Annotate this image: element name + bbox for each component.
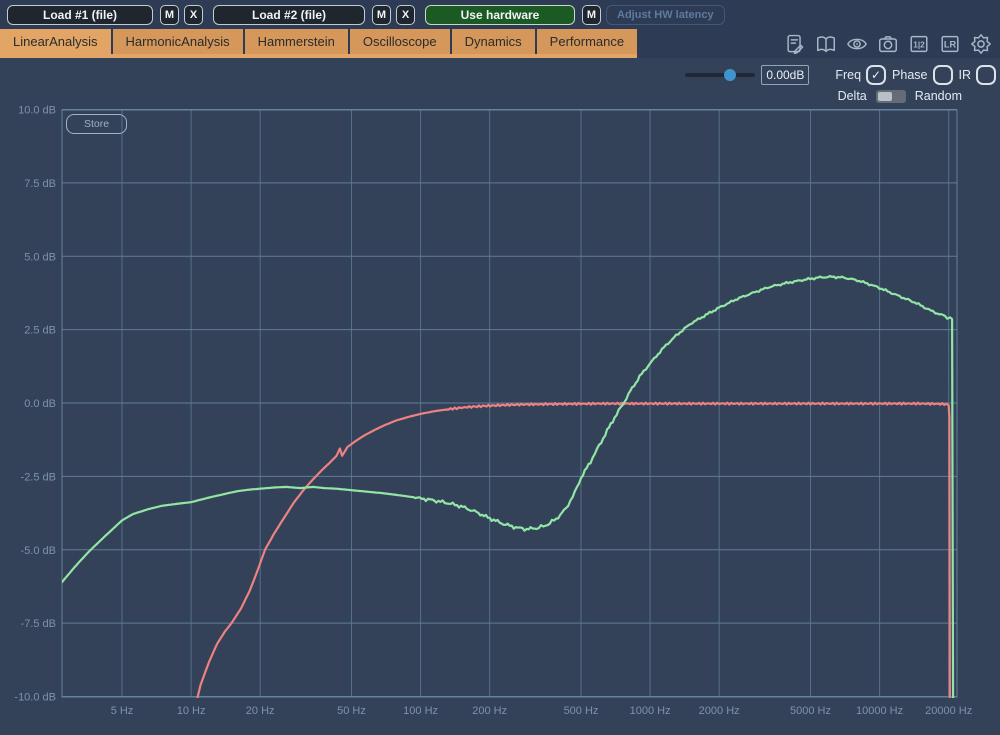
x-tick-label: 2000 Hz [699,705,740,717]
y-tick-label: -5.0 dB [21,545,56,557]
ir-checkbox[interactable] [976,65,996,85]
channel-lr-icon[interactable]: LR [939,33,961,55]
delta-label: Delta [837,89,867,103]
store-button[interactable]: Store [66,114,127,134]
analysis-chart-region: 10.0 dB 7.5 dB 5.0 dB 2.5 dB 0.0 dB -2.5 dB -5… [0,58,1000,735]
use-hardware-button[interactable]: Use hardware [425,4,575,25]
load-1-button[interactable]: Load #1 (file) [7,4,153,25]
y-tick-label: -10.0 dB [14,692,56,704]
tab-oscilloscope[interactable]: Oscilloscope [349,29,450,54]
top-toolbar: Load #1 (file) M X Load #2 (file) M X Us… [0,0,1000,29]
red-curve-highpass [196,401,951,698]
delta-random-row: Delta Random [838,89,962,103]
eye-icon[interactable] [846,33,868,55]
freq-label: Freq [835,68,862,82]
svg-text:LR: LR [944,39,957,49]
x-tick-label: 10000 Hz [856,705,903,717]
gain-slider-thumb[interactable] [724,69,737,81]
y-tick-label: -2.5 dB [21,471,56,483]
x-tick-label: 1000 Hz [630,705,671,717]
gain-value-field[interactable]: 0.00dB [761,65,810,85]
x-tick-label: 5 Hz [111,705,134,717]
adjust-hw-latency-button[interactable]: Adjust HW latency [606,4,725,25]
phase-checkbox[interactable] [932,65,953,85]
mute-2-button[interactable]: M [372,4,391,25]
tab-harmonicanalysis[interactable]: HarmonicAnalysis [112,29,243,54]
frequency-response-chart: 10.0 dB 7.5 dB 5.0 dB 2.5 dB 0.0 dB -2.5 dB -5… [14,105,972,718]
close-1-button[interactable]: X [184,4,203,25]
tab-performance[interactable]: Performance [536,29,638,54]
x-tick-label: 500 Hz [564,705,599,717]
tab-bar: LinearAnalysis HarmonicAnalysis Hammerstei… [0,29,1000,58]
tab-group: LinearAnalysis HarmonicAnalysis Hammerstei… [0,29,638,58]
x-tick-label: 20 Hz [246,705,275,717]
x-tick-label: 5000 Hz [790,705,831,717]
settings-gear-icon[interactable] [970,33,992,55]
mute-hardware-button[interactable]: M [582,4,601,25]
random-label: Random [914,89,962,103]
tab-hammerstein[interactable]: Hammerstein [244,29,348,54]
phase-label: Phase [892,68,928,82]
gain-slider[interactable] [685,69,756,81]
ir-label: IR [958,68,972,82]
snapshot-camera-icon[interactable] [877,33,899,55]
tab-linearanalysis[interactable]: LinearAnalysis [0,29,111,54]
manual-book-icon[interactable] [815,33,837,55]
toolbar-icon-row: 1|2 LR [784,29,992,58]
delta-random-toggle[interactable] [875,89,906,103]
x-tick-label: 200 Hz [472,705,507,717]
delta-random-toggle-knob[interactable] [877,91,892,101]
tab-dynamics[interactable]: Dynamics [451,29,535,54]
x-tick-label: 10 Hz [177,705,206,717]
svg-text:1|2: 1|2 [913,40,925,49]
curves-group [62,274,955,698]
x-tick-label: 50 Hz [337,705,366,717]
green-curve-response [62,274,955,698]
channel-12-icon[interactable]: 1|2 [908,33,930,55]
close-2-button[interactable]: X [396,4,415,25]
mute-1-button[interactable]: M [160,4,179,25]
y-tick-label: -7.5 dB [21,618,56,630]
report-edit-icon[interactable] [784,33,806,55]
y-tick-label: 5.0 dB [24,251,56,263]
x-tick-label: 20000 Hz [925,705,972,717]
freq-checkbox[interactable]: ✓ [866,65,887,85]
load-2-button[interactable]: Load #2 (file) [213,4,365,25]
y-tick-label: 7.5 dB [24,178,56,190]
y-tick-label: 10.0 dB [18,105,56,117]
x-tick-label: 100 Hz [403,705,438,717]
y-tick-label: 2.5 dB [24,325,56,337]
y-tick-label: 0.0 dB [24,398,56,410]
display-controls-row: 0.00dB Freq ✓ Phase IR [685,64,996,86]
